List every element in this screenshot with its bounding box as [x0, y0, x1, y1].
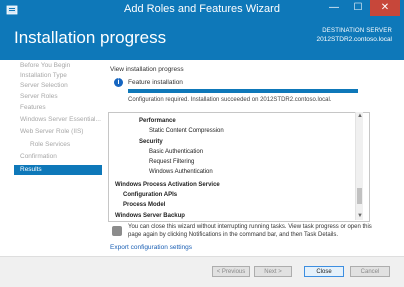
- list-item: Security: [139, 139, 163, 145]
- info-icon: i: [114, 78, 123, 87]
- wizard-steps-nav: Before You Begin Installation Type Serve…: [0, 60, 102, 256]
- list-item: Windows Authentication: [149, 169, 213, 175]
- list-item: Static Content Compression: [149, 128, 224, 134]
- previous-button[interactable]: < Previous: [212, 266, 250, 277]
- nav-item-results[interactable]: Results: [14, 165, 102, 175]
- list-item: Process Model: [123, 202, 166, 208]
- wizard-footer: < Previous Next > Close Cancel: [0, 256, 404, 287]
- page-header: Installation progress DESTINATION SERVER…: [0, 20, 404, 60]
- wizard-note-icon: [112, 226, 122, 236]
- list-item: Performance: [139, 118, 176, 124]
- installation-status-message: Configuration required. Installation suc…: [128, 97, 332, 103]
- installation-progress-bar: [128, 89, 358, 93]
- nav-item-confirmation[interactable]: Confirmation: [0, 152, 102, 162]
- scrollbar-thumb[interactable]: [357, 188, 362, 204]
- list-item: Configuration APIs: [123, 192, 178, 198]
- main-content: View installation progress i Feature ins…: [102, 60, 404, 256]
- nav-item-before-you-begin[interactable]: Before You Begin: [0, 61, 102, 71]
- installed-features-list[interactable]: Performance Static Content Compression S…: [108, 112, 370, 222]
- scroll-up-arrow-icon[interactable]: ▲: [357, 113, 363, 119]
- export-configuration-link[interactable]: Export configuration settings: [110, 244, 192, 251]
- nav-item-server-selection[interactable]: Server Selection: [0, 81, 102, 91]
- nav-item-features[interactable]: Features: [0, 103, 102, 113]
- section-title: View installation progress: [110, 66, 184, 73]
- title-bar: Add Roles and Features Wizard — ☐ ✕: [0, 0, 404, 20]
- nav-item-installation-type[interactable]: Installation Type: [0, 71, 102, 81]
- maximize-button[interactable]: ☐: [346, 0, 370, 16]
- feature-installation-label: Feature installation: [128, 79, 183, 86]
- list-scrollbar[interactable]: ▲ ▼: [355, 112, 363, 220]
- window-close-button[interactable]: ✕: [370, 0, 400, 16]
- scroll-down-arrow-icon[interactable]: ▼: [357, 213, 363, 219]
- list-item: Windows Process Activation Service: [115, 182, 220, 188]
- list-item: Windows Server Backup: [115, 213, 185, 219]
- page-title: Installation progress: [14, 28, 167, 47]
- destination-server-name: 2012STDR2.contoso.local: [316, 36, 392, 43]
- nav-item-role-services[interactable]: Role Services: [0, 140, 102, 150]
- destination-server-label: DESTINATION SERVER: [322, 28, 392, 34]
- close-wizard-note: You can close this wizard without interr…: [128, 224, 372, 238]
- progress-fill: [128, 89, 358, 93]
- minimize-button[interactable]: —: [322, 0, 346, 16]
- list-item: Basic Authentication: [149, 149, 204, 155]
- cancel-button[interactable]: Cancel: [350, 266, 390, 277]
- close-button[interactable]: Close: [304, 266, 344, 277]
- nav-item-server-roles[interactable]: Server Roles: [0, 92, 102, 102]
- nav-item-web-server-role[interactable]: Web Server Role (IIS): [0, 127, 102, 137]
- list-item: Request Filtering: [149, 159, 195, 165]
- wizard-window: Add Roles and Features Wizard — ☐ ✕ Inst…: [0, 0, 404, 287]
- nav-item-windows-server-essentials[interactable]: Windows Server Essential...: [0, 115, 102, 125]
- next-button[interactable]: Next >: [254, 266, 292, 277]
